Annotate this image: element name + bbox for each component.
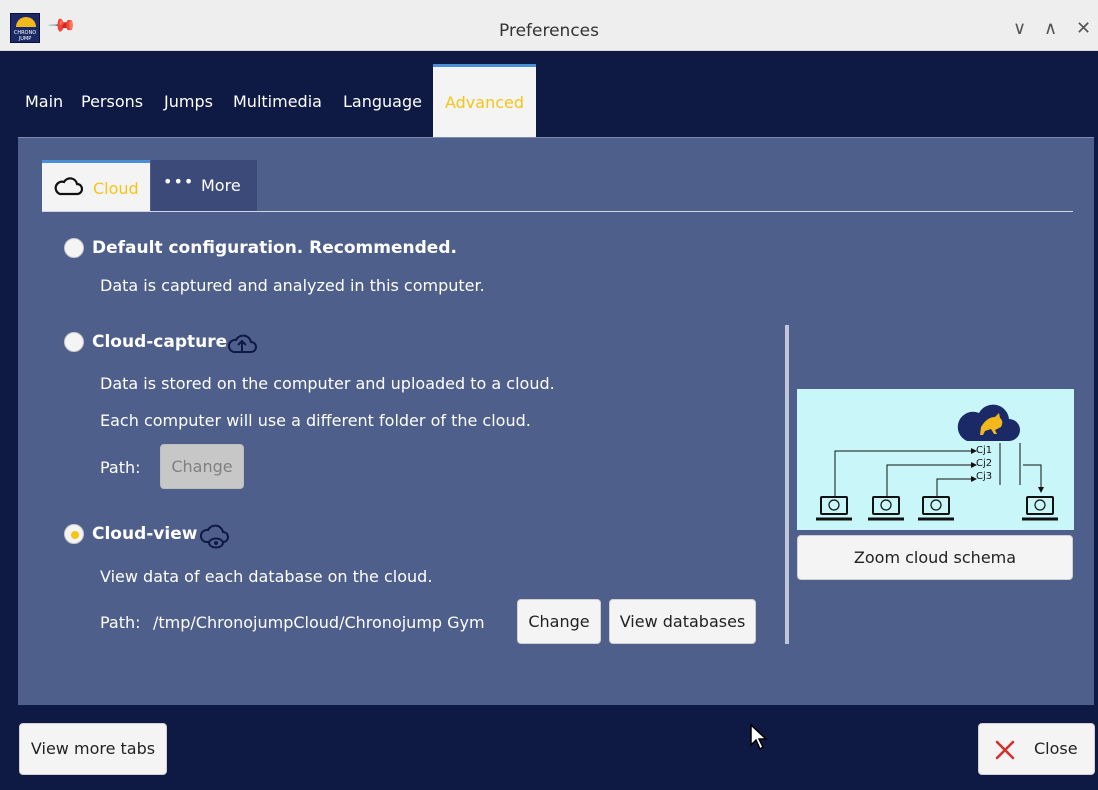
minimize-button[interactable]: ∨ (1013, 18, 1026, 40)
cloud-capture-path-label: Path: (100, 458, 141, 477)
cloud-capture-change-button[interactable]: Change (160, 444, 244, 489)
tab-jumps[interactable]: Jumps (164, 92, 213, 111)
maximize-button[interactable]: ∧ (1044, 18, 1057, 40)
tab-advanced[interactable]: Advanced (433, 64, 536, 137)
vertical-separator (785, 325, 789, 644)
cloud-view-change-button[interactable]: Change (517, 599, 601, 644)
view-databases-button[interactable]: View databases (609, 599, 756, 644)
title-bar: CHRONO JUMP 📌 Preferences ∨ ∧ ✕ (0, 0, 1098, 51)
close-icon (995, 740, 1015, 760)
advanced-panel: Cloud ••• More Default configuration. Re… (18, 137, 1094, 705)
mouse-cursor-icon (750, 723, 768, 751)
zoom-cloud-schema-button[interactable]: Zoom cloud schema (797, 535, 1073, 580)
cloud-schema-image: Cj1 Cj2 Cj3 (797, 389, 1074, 530)
subtab-cloud[interactable]: Cloud (42, 160, 150, 212)
default-config-radio[interactable] (64, 238, 84, 258)
cloud-capture-desc-2: Each computer will use a different folde… (100, 411, 531, 430)
view-more-tabs-button[interactable]: View more tabs (19, 723, 167, 775)
schema-label-cj2: Cj2 (976, 458, 992, 469)
tab-main[interactable]: Main (25, 92, 63, 111)
close-button[interactable]: Close (978, 723, 1095, 775)
cloud-capture-desc-1: Data is stored on the computer and uploa… (100, 374, 555, 393)
tab-language[interactable]: Language (343, 92, 422, 111)
cloud-view-radio[interactable] (64, 524, 84, 544)
cloud-capture-title[interactable]: Cloud-capture (92, 332, 227, 352)
subtab-more[interactable]: ••• More (151, 160, 257, 212)
window-title: Preferences (499, 21, 599, 41)
cloud-view-title[interactable]: Cloud-view (92, 524, 197, 544)
tab-persons[interactable]: Persons (81, 92, 143, 111)
dots-icon: ••• (163, 172, 195, 191)
tab-multimedia[interactable]: Multimedia (233, 92, 322, 111)
cloud-view-icon (199, 524, 229, 549)
cloud-view-desc: View data of each database on the cloud. (100, 567, 433, 586)
schema-label-cj3: Cj3 (976, 471, 992, 482)
schema-label-cj1: Cj1 (976, 445, 992, 456)
cloud-schema-diagram: Cj1 Cj2 Cj3 (816, 404, 1058, 521)
default-config-title[interactable]: Default configuration. Recommended. (92, 238, 457, 258)
cloud-view-path-label: Path: (100, 613, 141, 632)
default-config-desc: Data is captured and analyzed in this co… (100, 276, 485, 295)
cloud-icon (54, 177, 83, 196)
cloud-view-path-value: /tmp/ChronojumpCloud/Chronojump Gym (153, 613, 485, 632)
close-label: Close (1034, 739, 1078, 758)
cloud-upload-icon (227, 334, 257, 353)
close-window-button[interactable]: ✕ (1076, 18, 1091, 40)
divider (42, 211, 1073, 212)
cloud-capture-radio[interactable] (64, 332, 84, 352)
